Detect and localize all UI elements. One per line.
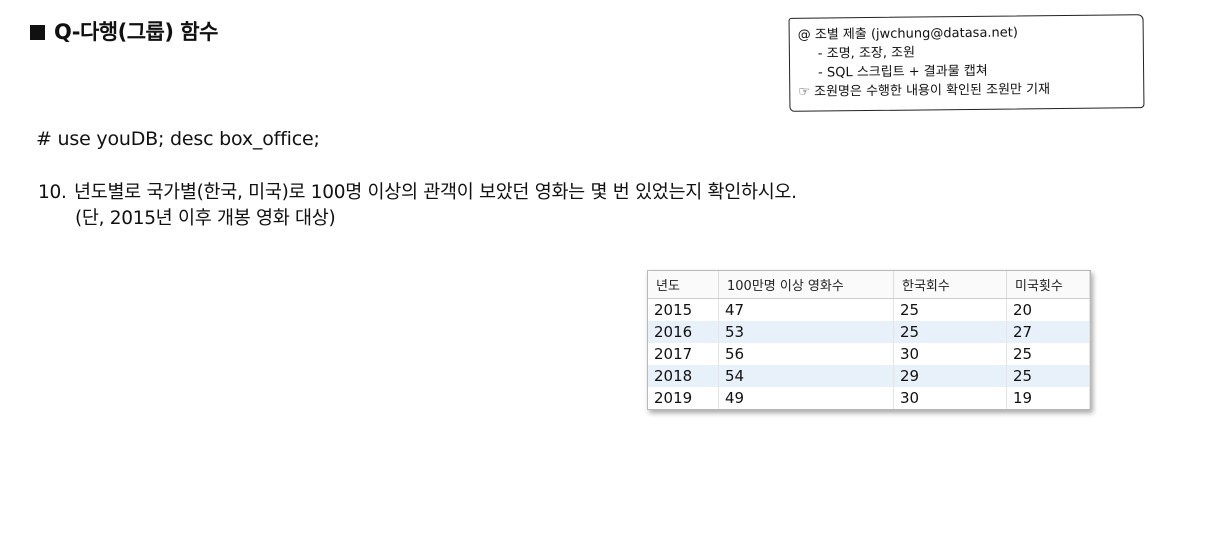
result-grid: 년도 100만명 이상 영화수 한국회수 미국횟수 2015 47 25 20 … — [647, 270, 1091, 410]
movie-count-cell: 49 — [718, 387, 894, 409]
note-line-4: ☞ 조원명은 수행한 내용이 확인된 조원만 기재 — [798, 82, 1051, 100]
result-header-row: 년도 100만명 이상 영화수 한국회수 미국횟수 — [648, 271, 1090, 299]
usa-count-cell: 25 — [1006, 343, 1090, 365]
year-cell: 2019 — [648, 387, 719, 409]
table-row[interactable]: 2017 56 30 25 — [648, 343, 1090, 365]
page-title: Q-다행(그룹) 함수 — [30, 16, 218, 46]
korea-count-cell: 25 — [893, 298, 1007, 321]
question-number: 10. — [38, 182, 67, 203]
result-table: 년도 100만명 이상 영화수 한국회수 미국횟수 2015 47 25 20 … — [648, 271, 1090, 409]
year-cell: 2016 — [648, 321, 719, 343]
year-cell: 2018 — [648, 365, 719, 387]
column-header-movie-count[interactable]: 100만명 이상 영화수 — [718, 271, 894, 299]
question: 10. 년도별로 국가별(한국, 미국)로 100명 이상의 관객이 보았던 영화… — [38, 180, 797, 232]
movie-count-cell: 56 — [718, 343, 894, 365]
usa-count-cell: 25 — [1006, 365, 1090, 387]
korea-count-cell: 30 — [893, 387, 1007, 409]
page-title-text: Q-다행(그룹) 함수 — [54, 20, 218, 44]
submission-note-box: @ 조별 제출 (jwchung@datasa.net) - 조명, 조장, 조… — [788, 14, 1145, 112]
movie-count-cell: 47 — [718, 298, 894, 321]
korea-count-cell: 29 — [893, 365, 1007, 387]
table-row[interactable]: 2019 49 30 19 — [648, 387, 1090, 409]
table-row[interactable]: 2016 53 25 27 — [648, 321, 1090, 343]
black-square-icon — [30, 25, 45, 40]
usa-count-cell: 20 — [1006, 298, 1090, 321]
question-text: 년도별로 국가별(한국, 미국)로 100명 이상의 관객이 보았던 영화는 몇… — [74, 182, 797, 203]
year-cell: 2017 — [648, 343, 719, 365]
usa-count-cell: 19 — [1006, 387, 1090, 409]
sql-command: # use youDB; desc box_office; — [36, 128, 320, 150]
table-row[interactable]: 2015 47 25 20 — [648, 298, 1090, 321]
movie-count-cell: 54 — [718, 365, 894, 387]
korea-count-cell: 25 — [893, 321, 1007, 343]
usa-count-cell: 27 — [1006, 321, 1090, 343]
column-header-usa-count[interactable]: 미국횟수 — [1006, 271, 1090, 299]
column-header-year[interactable]: 년도 — [648, 271, 719, 299]
year-cell: 2015 — [648, 298, 719, 321]
table-row[interactable]: 2018 54 29 25 — [648, 365, 1090, 387]
movie-count-cell: 53 — [718, 321, 894, 343]
korea-count-cell: 30 — [893, 343, 1007, 365]
question-condition: (단, 2015년 이후 개봉 영화 대상) — [75, 208, 336, 229]
column-header-korea-count[interactable]: 한국회수 — [893, 271, 1007, 299]
